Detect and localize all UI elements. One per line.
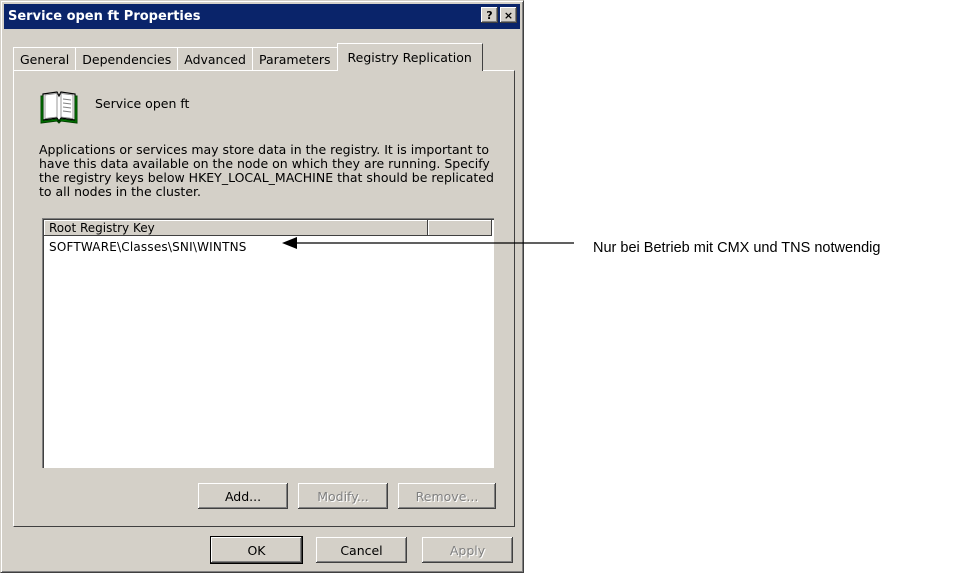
annotation-label: Nur bei Betrieb mit CMX und TNS notwendi… bbox=[593, 240, 881, 256]
annotation-arrow bbox=[282, 237, 574, 249]
tab-registry-replication[interactable]: Registry Replication bbox=[336, 43, 483, 71]
